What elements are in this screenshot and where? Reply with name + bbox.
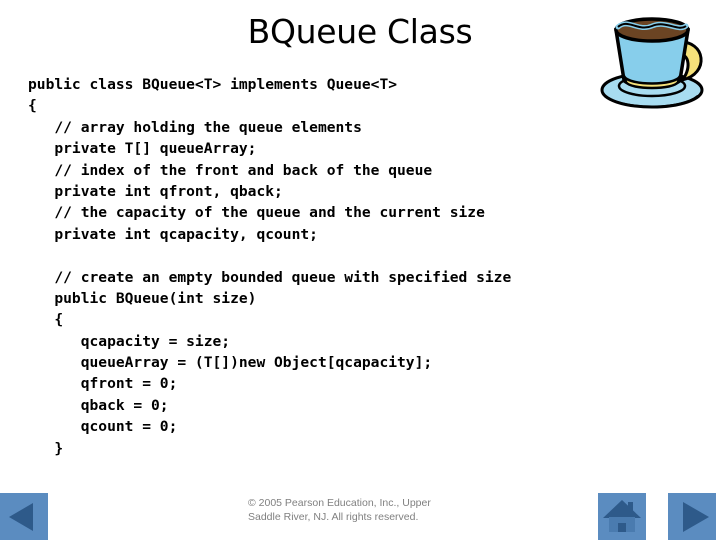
triangle-left-icon [9, 503, 33, 531]
code-line: // array holding the queue elements [28, 118, 362, 136]
code-line: } [28, 439, 64, 457]
copyright-line-1: © 2005 Pearson Education, Inc., Upper [248, 497, 431, 509]
code-line: // the capacity of the queue and the cur… [28, 204, 485, 222]
code-line: // index of the front and back of the qu… [28, 161, 433, 179]
code-line: qcapacity = size; [28, 332, 231, 350]
code-listing: public class BQueue<T> implements Queue<… [28, 74, 688, 459]
copyright-line-2: Saddle River, NJ. All rights reserved. [248, 510, 419, 523]
slide-canvas: BQueue Class public class BQueue<T> impl… [0, 0, 720, 540]
triangle-right-icon [683, 502, 709, 532]
code-line: public BQueue(int size) [28, 289, 257, 307]
code-line: { [28, 97, 37, 115]
code-line: private int qfront, qback; [28, 182, 283, 200]
code-line: public class BQueue<T> implements Queue<… [28, 76, 398, 93]
nav-home-button[interactable] [598, 493, 646, 540]
code-line: { [28, 311, 64, 329]
code-line: qfront = 0; [28, 375, 178, 393]
code-line: qcount = 0; [28, 418, 178, 436]
home-icon [603, 500, 641, 532]
code-line: qback = 0; [28, 396, 169, 414]
nav-forward-button[interactable] [668, 493, 716, 540]
nav-back-button[interactable] [0, 493, 48, 540]
footer-copyright: © 2005 Pearson Education, Inc., Upper Sa… [248, 497, 478, 524]
code-line: // create an empty bounded queue with sp… [28, 268, 512, 286]
code-line: private T[] queueArray; [28, 140, 257, 158]
code-line: queueArray = (T[])new Object[qcapacity]; [28, 354, 433, 372]
code-line: private int qcapacity, qcount; [28, 225, 318, 243]
